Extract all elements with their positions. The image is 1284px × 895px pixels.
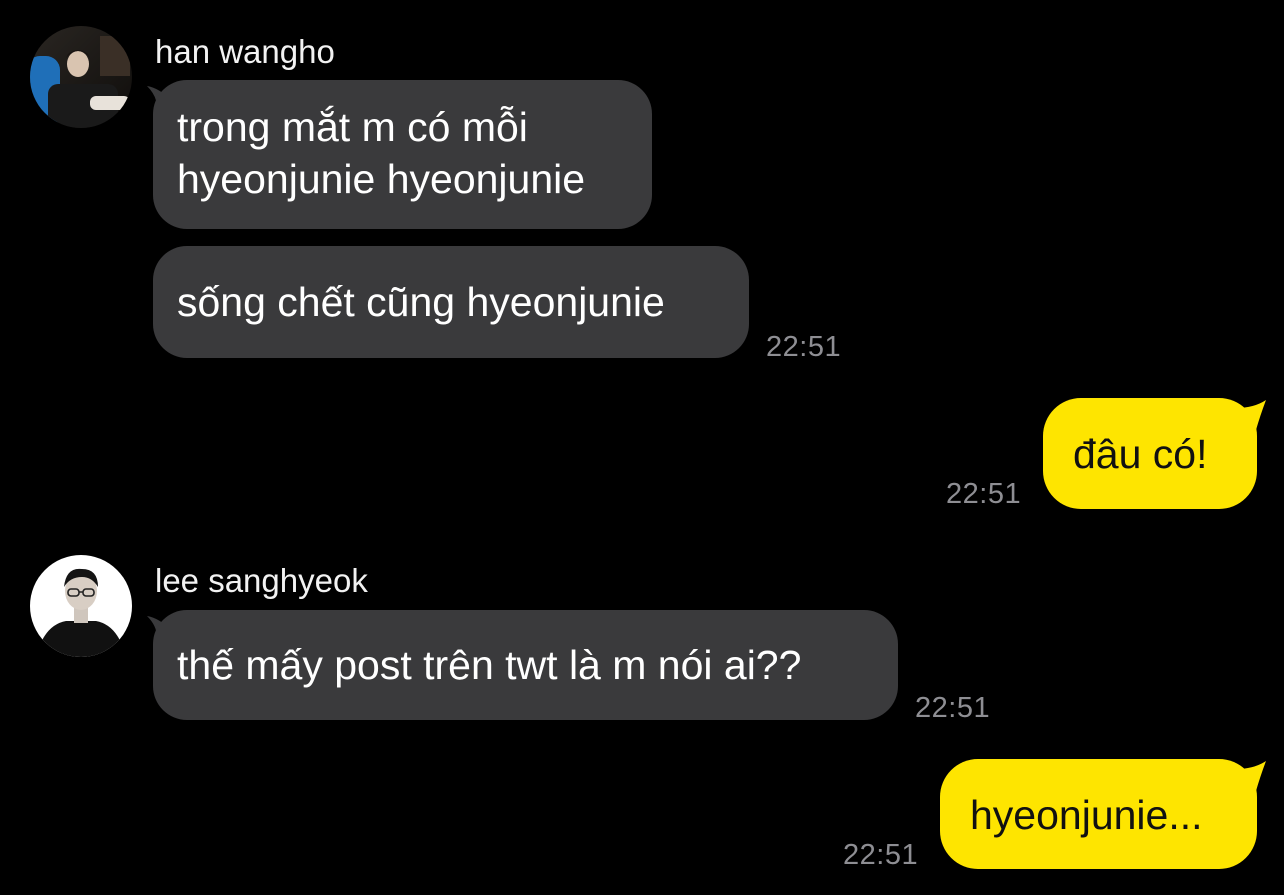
message-timestamp: 22:51 (946, 478, 1022, 510)
outgoing-message-bubble[interactable]: đâu có! (1043, 398, 1257, 509)
message-timestamp: 22:51 (843, 839, 919, 871)
incoming-message-bubble[interactable]: trong mắt m có mỗi hyeonjunie hyeonjunie (153, 80, 652, 229)
avatar-photo-icon (30, 26, 132, 128)
message-text: trong mắt m có mỗi (177, 104, 528, 150)
message-text: đâu có! (1073, 431, 1208, 477)
message-text: sống chết cũng hyeonjunie (177, 279, 665, 325)
message-timestamp: 22:51 (915, 692, 991, 724)
sender-name-han-wangho: han wangho (155, 33, 335, 70)
message-text: hyeonjunie hyeonjunie (177, 156, 586, 202)
incoming-message-bubble[interactable]: sống chết cũng hyeonjunie (153, 246, 749, 358)
outgoing-bubble-tail (1236, 400, 1266, 430)
avatar-photo-icon (30, 555, 132, 657)
message-timestamp: 22:51 (766, 331, 842, 363)
incoming-message-bubble[interactable]: thế mấy post trên twt là m nói ai?? (153, 610, 898, 720)
outgoing-bubble-tail (1236, 761, 1266, 791)
message-text: hyeonjunie... (970, 792, 1203, 838)
outgoing-message-bubble[interactable]: hyeonjunie... (940, 759, 1257, 869)
sender-name-lee-sanghyeok: lee sanghyeok (155, 562, 368, 599)
message-text: thế mấy post trên twt là m nói ai?? (177, 642, 802, 688)
sender-avatar-lee-sanghyeok[interactable] (30, 555, 132, 657)
sender-avatar-han-wangho[interactable] (30, 26, 132, 128)
